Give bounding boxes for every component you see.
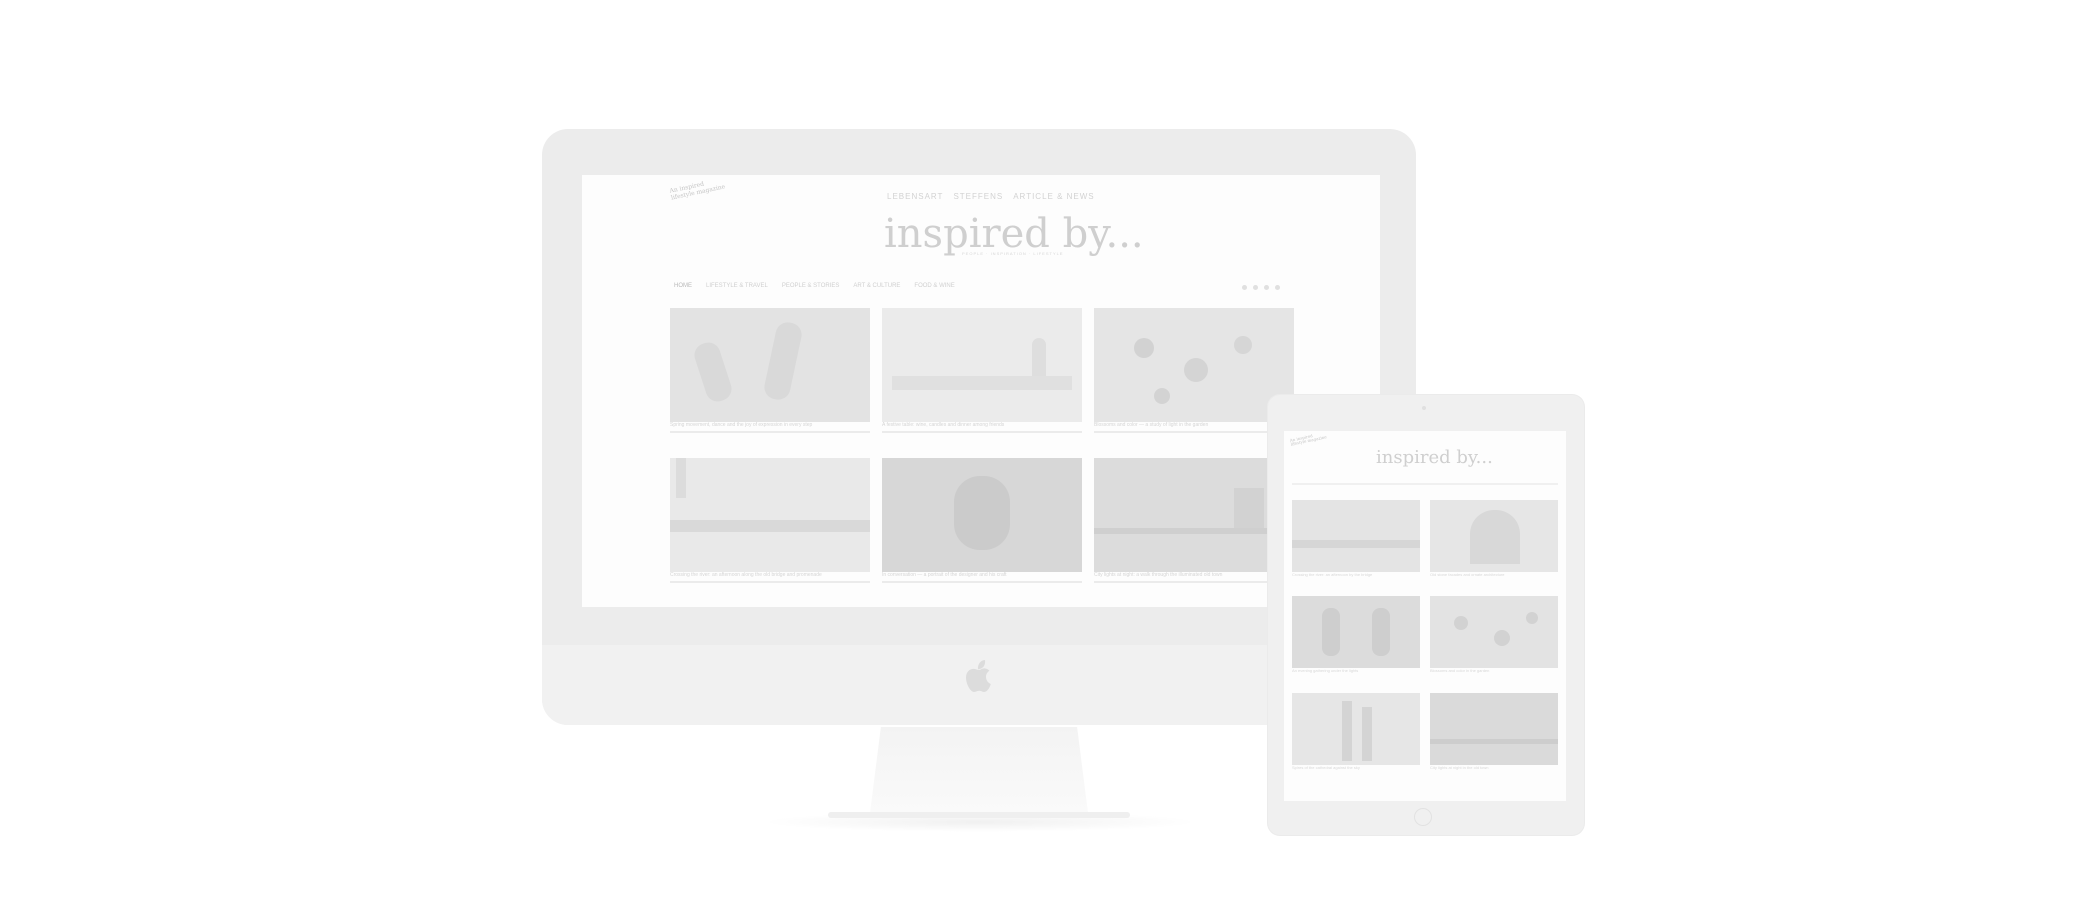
article-card[interactable]: A festive table: wine, candles and dinne…	[882, 308, 1082, 433]
card-caption: A festive table: wine, candles and dinne…	[882, 422, 1005, 428]
top-link[interactable]: STEFFENS	[953, 192, 1003, 201]
imac-base	[828, 812, 1130, 818]
top-link[interactable]: LEBENSART	[887, 192, 943, 201]
article-card[interactable]: City lights at night in the old town	[1430, 693, 1558, 770]
bridge-photo	[1292, 500, 1420, 572]
architecture-photo	[1430, 500, 1558, 572]
social-icons	[1242, 285, 1280, 290]
night-street-photo	[1430, 693, 1558, 765]
card-caption: In conversation — a portrait of the desi…	[882, 572, 1007, 578]
card-caption: Spires of the cathedral against the sky	[1292, 765, 1360, 770]
camera-icon	[1422, 406, 1426, 410]
article-card[interactable]: City lights at night: a walk through the…	[1094, 458, 1294, 583]
article-card[interactable]: Old stone facades and ornate architectur…	[1430, 500, 1558, 577]
stamp-logo: An inspired lifestyle magazine	[1289, 431, 1327, 447]
article-card[interactable]: Crossing the river: an afternoon along t…	[670, 458, 870, 583]
main-nav: HOME LIFESTYLE & TRAVEL PEOPLE & STORIES…	[674, 283, 955, 289]
nav-item-art[interactable]: ART & CULTURE	[853, 283, 900, 289]
article-card[interactable]: Spring movement, dance and the joy of ex…	[670, 308, 870, 433]
article-card[interactable]: Spires of the cathedral against the sky	[1292, 693, 1420, 770]
facebook-icon[interactable]	[1242, 285, 1247, 290]
card-caption: Spring movement, dance and the joy of ex…	[670, 422, 813, 428]
top-links: LEBENSART STEFFENS ARTICLE & NEWS	[887, 192, 1095, 201]
ipad-screen: An inspired lifestyle magazine inspired …	[1284, 431, 1566, 801]
card-caption: Old stone facades and ornate architectur…	[1430, 572, 1505, 577]
article-card[interactable]: Blossoms and color — a study of light in…	[1094, 308, 1294, 433]
twitter-icon[interactable]	[1253, 285, 1258, 290]
pinterest-icon[interactable]	[1275, 285, 1280, 290]
nav-item-lifestyle[interactable]: LIFESTYLE & TRAVEL	[706, 283, 768, 289]
apple-logo-icon	[966, 660, 991, 692]
site-tagline: PEOPLE · INSPIRATION · LIFESTYLE	[962, 251, 1064, 256]
stamp-logo: An inspired lifestyle magazine	[669, 177, 726, 202]
card-caption: Blossoms and color — a study of light in…	[1094, 422, 1209, 428]
article-card[interactable]: In conversation — a portrait of the desi…	[882, 458, 1082, 583]
card-caption: City lights at night in the old town	[1430, 765, 1489, 770]
bridge-photo	[670, 458, 870, 572]
article-card[interactable]: Blossoms and color in the garden	[1430, 596, 1558, 673]
instagram-icon[interactable]	[1264, 285, 1269, 290]
imac-screen: An inspired lifestyle magazine LEBENSART…	[582, 175, 1380, 607]
card-caption: City lights at night: a walk through the…	[1094, 572, 1223, 578]
nav-item-food[interactable]: FOOD & WINE	[914, 283, 954, 289]
table-setting-photo	[882, 308, 1082, 422]
portrait-photo	[882, 458, 1082, 572]
card-caption: Blossoms and color in the garden	[1430, 668, 1490, 673]
article-card[interactable]: Crossing the river: an afternoon by the …	[1292, 500, 1420, 577]
card-caption: Crossing the river: an afternoon along t…	[670, 572, 822, 578]
top-link[interactable]: ARTICLE & NEWS	[1013, 192, 1094, 201]
imac-stand	[870, 727, 1088, 813]
night-street-photo	[1094, 458, 1294, 572]
home-button-icon[interactable]	[1414, 808, 1432, 826]
tablet-nav-rule	[1292, 483, 1558, 485]
article-card[interactable]: An evening gathering under the lights	[1292, 596, 1420, 673]
card-caption: Crossing the river: an afternoon by the …	[1292, 572, 1373, 577]
dancers-photo	[670, 308, 870, 422]
nav-item-home[interactable]: HOME	[674, 283, 692, 289]
site-logo[interactable]: inspired by...	[1376, 447, 1493, 468]
flowers-photo	[1430, 596, 1558, 668]
nav-item-people[interactable]: PEOPLE & STORIES	[782, 283, 840, 289]
flowers-photo	[1094, 308, 1294, 422]
card-caption: An evening gathering under the lights	[1292, 668, 1359, 673]
night-event-photo	[1292, 596, 1420, 668]
cathedral-photo	[1292, 693, 1420, 765]
